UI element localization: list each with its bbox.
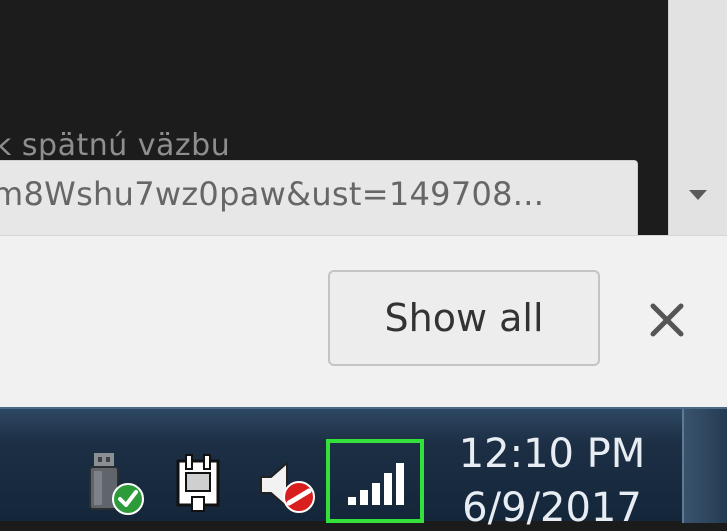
page-content: k spätnú väzbu m8Wshu7wz0paw&ust=149708.… — [0, 0, 668, 235]
clock-time: 12:10 PM — [458, 431, 646, 477]
url-text: m8Wshu7wz0paw&ust=149708... — [0, 175, 545, 213]
scroll-down-arrow-icon[interactable] — [689, 190, 707, 200]
show-desktop-button[interactable] — [682, 409, 727, 523]
wifi-highlight-box — [326, 439, 424, 523]
wifi-signal-icon[interactable] — [346, 461, 406, 505]
vertical-scrollbar[interactable] — [668, 0, 727, 235]
show-all-button[interactable]: Show all — [328, 270, 600, 366]
taskbar: 12:10 PM 6/9/2017 — [0, 407, 727, 531]
usb-device-icon[interactable] — [84, 451, 146, 517]
url-status-tooltip: m8Wshu7wz0paw&ust=149708... — [0, 160, 638, 235]
page-text: k spätnú väzbu — [0, 128, 231, 163]
system-clock[interactable]: 12:10 PM 6/9/2017 — [452, 431, 652, 531]
download-bar: Show all — [0, 235, 727, 407]
speaker-muted-icon[interactable] — [257, 459, 317, 515]
power-plug-icon[interactable] — [172, 453, 224, 513]
close-icon[interactable] — [645, 298, 689, 342]
clock-date: 6/9/2017 — [462, 485, 642, 531]
